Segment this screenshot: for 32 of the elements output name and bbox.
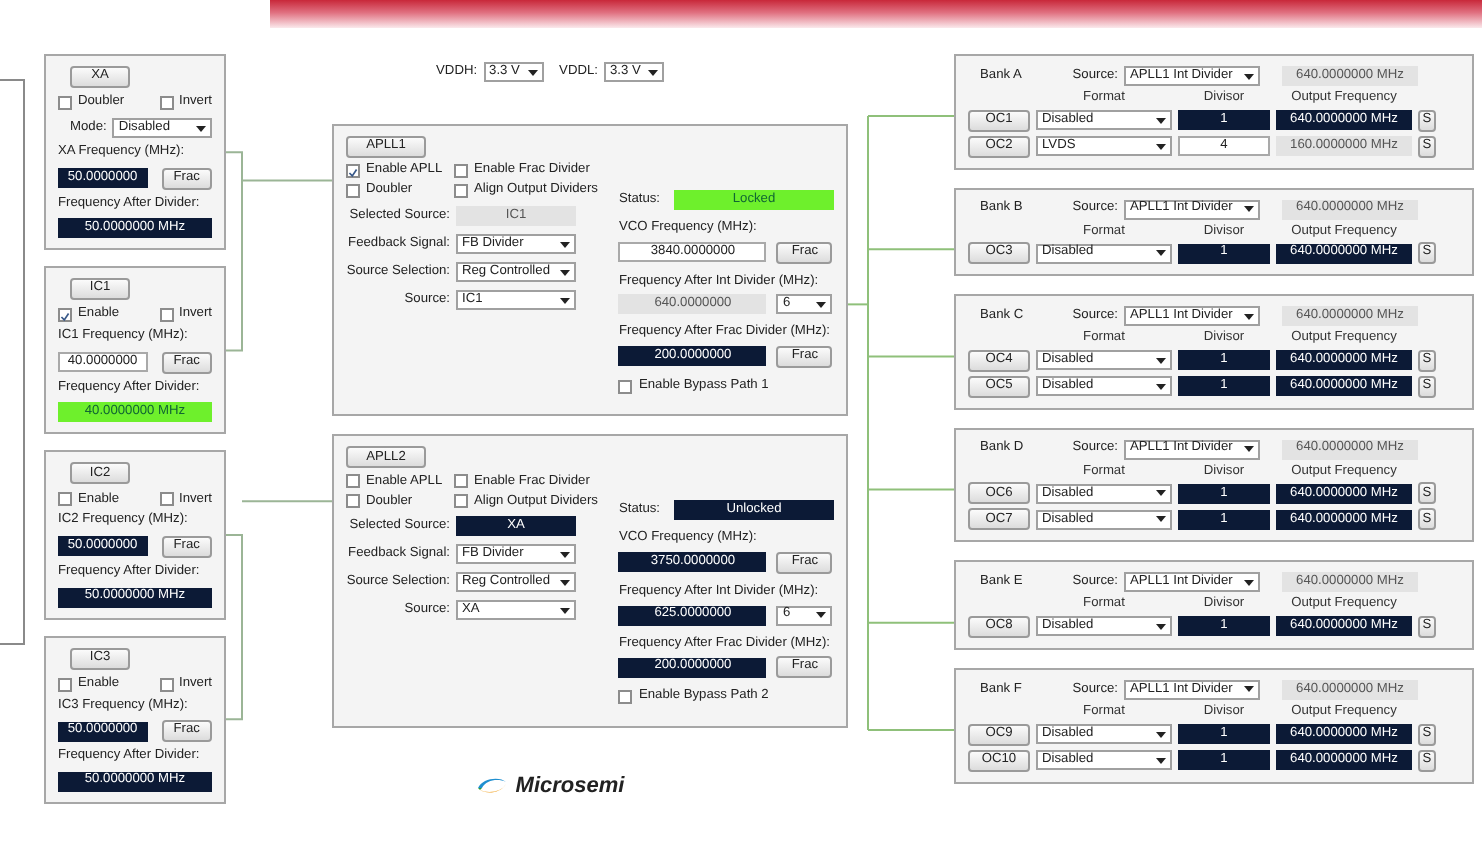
caret-icon xyxy=(1244,579,1254,586)
caret-icon xyxy=(560,269,570,275)
caret-icon xyxy=(1244,686,1254,693)
caret-icon xyxy=(1156,143,1166,150)
caret-icon xyxy=(1156,516,1166,523)
caret-icon xyxy=(1156,757,1166,764)
logo-icon xyxy=(475,776,508,797)
caret-icon xyxy=(1244,313,1254,320)
caret-icon xyxy=(816,301,827,308)
caret-icon xyxy=(527,69,538,75)
caret-icon xyxy=(1156,383,1166,390)
caret-icon xyxy=(1156,250,1166,257)
caret-icon xyxy=(1156,731,1166,738)
caret-icon xyxy=(560,607,570,614)
check-icon xyxy=(60,310,70,325)
caret-icon xyxy=(816,612,827,619)
caret-icon xyxy=(196,125,206,131)
caret-icon xyxy=(647,69,658,75)
caret-icon xyxy=(560,241,570,247)
caret-icon xyxy=(560,297,570,303)
caret-icon xyxy=(1156,490,1166,497)
caret-icon xyxy=(560,551,570,558)
caret-icon xyxy=(1244,73,1254,79)
caret-icon xyxy=(1244,446,1254,453)
logo-text: Microsemi xyxy=(515,775,625,798)
caret-icon xyxy=(1244,206,1254,213)
check-icon xyxy=(348,166,358,180)
connector-line xyxy=(241,500,333,503)
caret-icon xyxy=(560,579,570,586)
caret-icon xyxy=(1156,623,1166,630)
caret-icon xyxy=(1156,357,1166,364)
caret-icon xyxy=(1156,117,1166,124)
